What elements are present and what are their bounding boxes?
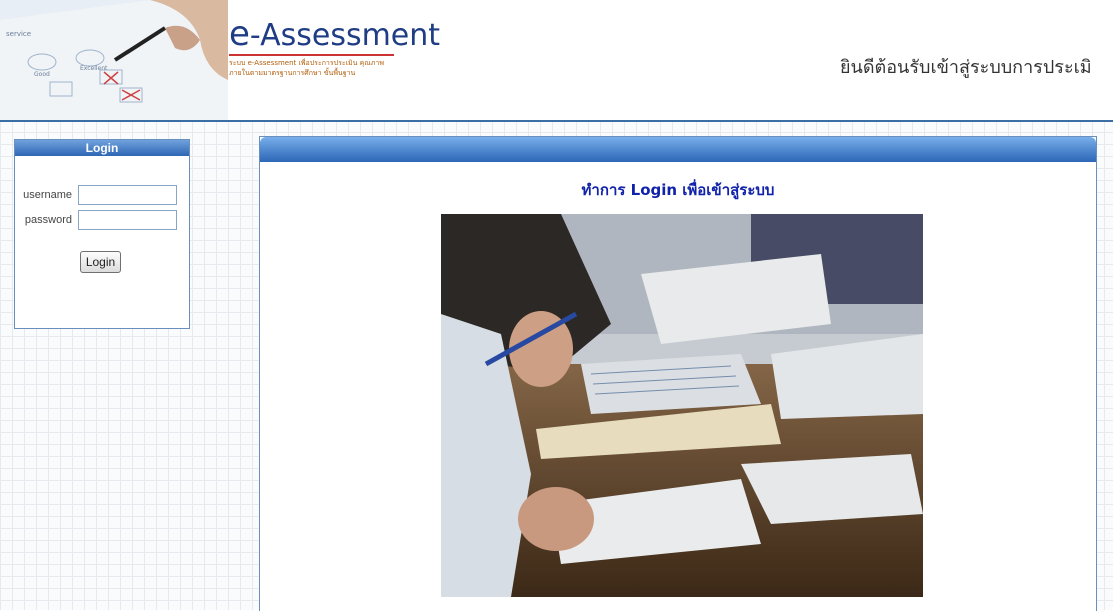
welcome-text: ยินดีต้อนรับเข้าสู่ระบบการประเมิ [840,57,1092,78]
password-label: password [24,214,72,226]
banner-illustration: service Good Excellent [0,0,228,120]
login-box: Login username password Login [14,139,190,329]
logo-underline [229,54,394,56]
svg-text:Excellent: Excellent [80,65,108,72]
login-button[interactable]: Login [80,251,121,273]
username-label: username [23,189,72,201]
logo-title-rest: -Assessment [249,18,441,53]
main-panel-header [260,137,1096,162]
logo-subtitle: ระบบ e-Assessment เพื่อประการประเมิน คุณ… [229,59,384,77]
main-panel: ทำการ Login เพื่อเข้าสู่ระบบ [259,136,1097,611]
svg-text:service: service [6,30,31,38]
logo-title-e: e [229,14,250,54]
main-title: ทำการ Login เพื่อเข้าสู่ระบบ [581,181,775,199]
password-input[interactable] [78,210,177,230]
meeting-photo-illustration [441,214,923,597]
logo-title: e-Assessment [229,14,440,54]
header: service Good Excellent e-Assessment ระบบ… [0,0,1113,122]
username-input[interactable] [78,185,177,205]
password-row: password [15,210,189,232]
login-box-title: Login [15,140,189,156]
username-row: username [15,185,189,207]
meeting-photo [441,214,923,597]
banner-image: service Good Excellent [0,0,228,120]
svg-text:Good: Good [34,71,50,78]
